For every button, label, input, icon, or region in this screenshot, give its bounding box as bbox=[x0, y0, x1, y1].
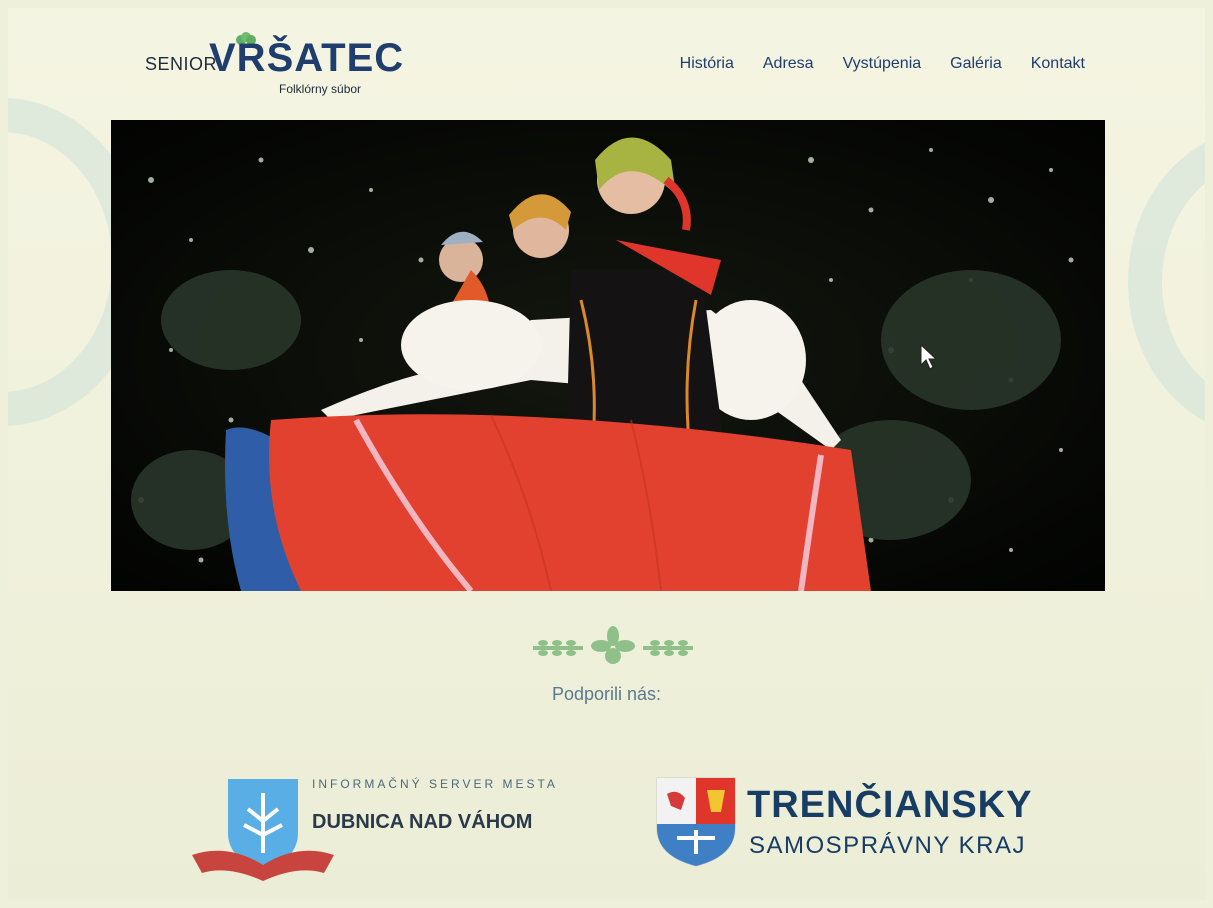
mouse-cursor-icon bbox=[920, 343, 938, 375]
nav-contact[interactable]: Kontakt bbox=[1031, 55, 1085, 73]
tsk-subtitle: SAMOSPRÁVNY KRAJ bbox=[749, 832, 1026, 859]
sponsor-dubnica[interactable]: INFORMAČNÝ SERVER MESTA DUBNICA NAD VÁHO… bbox=[188, 773, 568, 883]
logo-name: VRŠATEC bbox=[209, 36, 405, 80]
sponsor-trenciansky-kraj[interactable]: TRENČIANSKY SAMOSPRÁVNY KRAJ bbox=[655, 776, 1075, 876]
bg-swirl-right bbox=[1128, 128, 1205, 436]
main-nav: História Adresa Vystúpenia Galéria Konta… bbox=[680, 55, 1085, 73]
dubnica-small-title: INFORMAČNÝ SERVER MESTA bbox=[312, 777, 558, 791]
site-logo[interactable]: SENIOR VRŠATEC Folklórny súbor bbox=[145, 32, 403, 98]
tsk-title: TRENČIANSKY bbox=[747, 784, 1033, 826]
logo-prefix: SENIOR bbox=[145, 54, 218, 74]
nav-performances[interactable]: Vystúpenia bbox=[843, 55, 922, 73]
logo-subtitle: Folklórny súbor bbox=[279, 82, 362, 96]
tsk-coat-of-arms-icon bbox=[656, 777, 736, 867]
nav-history[interactable]: História bbox=[680, 55, 734, 73]
supporters-label: Podporili nás: bbox=[551, 684, 662, 704]
nav-address[interactable]: Adresa bbox=[763, 55, 814, 73]
folk-ornament-icon bbox=[523, 620, 703, 677]
folk-dancers-photo bbox=[111, 120, 1105, 591]
dubnica-title: DUBNICA NAD VÁHOM bbox=[312, 811, 533, 833]
hero-image bbox=[111, 120, 1105, 591]
page: SENIOR VRŠATEC Folklórny súbor História … bbox=[8, 8, 1205, 900]
nav-gallery[interactable]: Galéria bbox=[950, 55, 1002, 73]
